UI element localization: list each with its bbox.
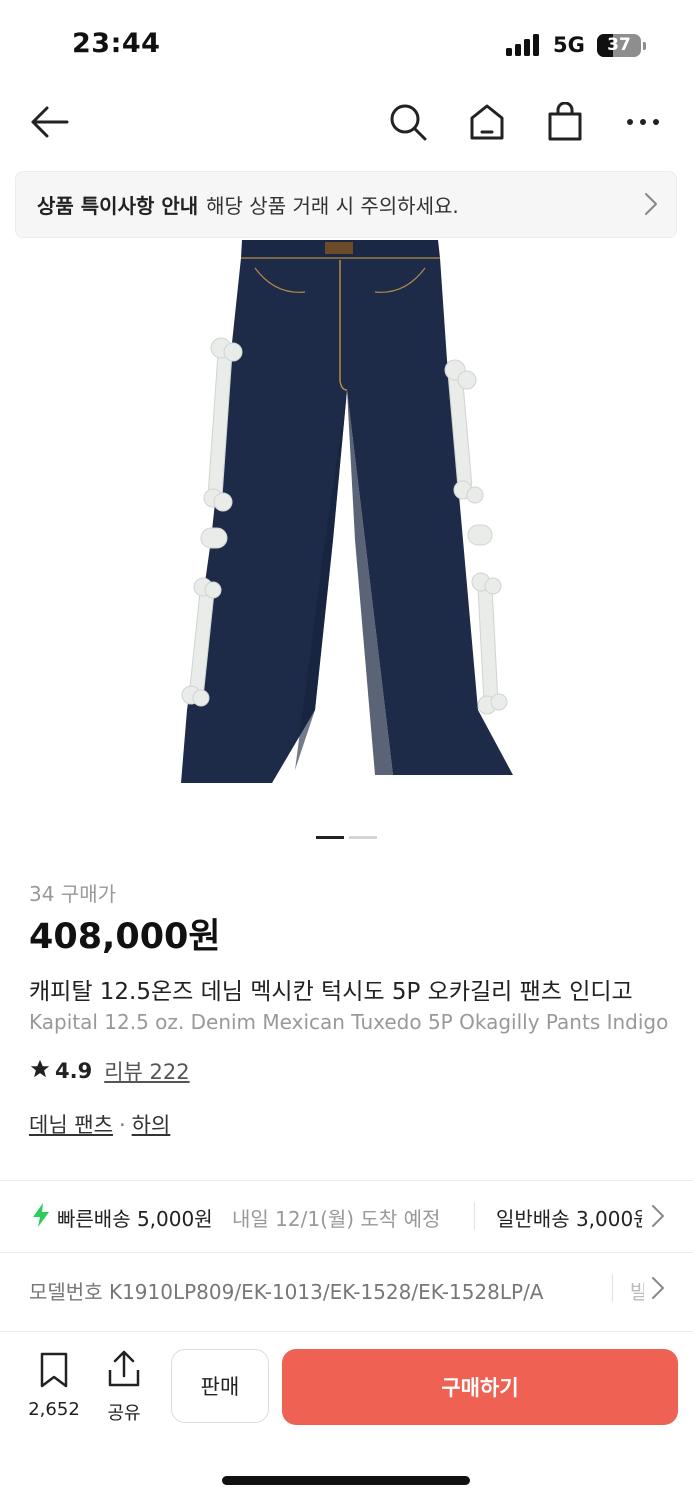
battery-percent: 37	[607, 35, 631, 55]
buy-button[interactable]: 구매하기	[282, 1349, 678, 1425]
rating-value: 4.9	[55, 1059, 93, 1083]
sell-button[interactable]: 판매	[171, 1349, 269, 1423]
product-price: 408,000원	[29, 917, 221, 957]
search-icon[interactable]	[386, 100, 430, 144]
divider	[0, 1252, 693, 1253]
fast-delivery-label: 빠른배송 5,000원	[57, 1207, 213, 1231]
rating-row: 4.9 리뷰 222	[29, 1056, 190, 1086]
product-title-en: Kapital 12.5 oz. Denim Mexican Tuxedo 5P…	[29, 1010, 669, 1034]
arrow-left-icon[interactable]	[27, 100, 71, 144]
notice-text: 해당 상품 거래 시 주의하세요.	[206, 194, 459, 218]
category-separator: ·	[118, 1113, 126, 1137]
signal-strength-icon	[506, 34, 542, 56]
product-image[interactable]	[175, 240, 520, 788]
shopping-bag-icon[interactable]	[543, 100, 587, 144]
product-title-ko: 캐피탈 12.5온즈 데님 멕시칸 턱시도 5P 오카길리 팬츠 인디고	[29, 979, 633, 1005]
share-label: 공유	[107, 1403, 141, 1424]
notice-title: 상품 특이사항 안내	[37, 194, 199, 218]
lightning-icon	[32, 1203, 50, 1232]
model-divider	[612, 1274, 613, 1302]
bookmark-icon	[38, 1352, 70, 1393]
model-extra: 발	[630, 1280, 644, 1304]
battery-icon: 37	[597, 34, 641, 57]
purchase-count: 34 구매가	[29, 882, 117, 906]
normal-delivery-label: 일반배송 3,000원	[496, 1207, 642, 1231]
fast-delivery-eta: 내일 12/1(월) 도착 예정	[232, 1207, 441, 1231]
home-icon[interactable]	[465, 100, 509, 144]
more-dots-icon[interactable]	[621, 100, 665, 144]
product-notice-banner[interactable]: 상품 특이사항 안내 해당 상품 거래 시 주의하세요.	[15, 171, 677, 238]
battery-nub	[643, 42, 646, 50]
share-icon	[106, 1350, 142, 1393]
delivery-options-row[interactable]: 빠른배송 5,000원 내일 12/1(월) 도착 예정 일반배송 3,000원	[0, 1183, 693, 1249]
category-link-denim-pants[interactable]: 데님 팬츠	[29, 1113, 113, 1137]
share-button[interactable]: 공유	[102, 1350, 146, 1425]
bookmark-button[interactable]: 2,652	[24, 1352, 84, 1420]
pager-dot	[349, 836, 377, 839]
chevron-right-icon	[651, 1276, 665, 1305]
model-number-row[interactable]: 모델번호 K1910LP809/EK-1013/EK-1528/EK-1528L…	[0, 1255, 693, 1321]
network-label: 5G	[553, 33, 585, 57]
category-link-bottoms[interactable]: 하의	[132, 1113, 171, 1137]
status-time: 23:44	[72, 28, 161, 59]
category-breadcrumb: 데님 팬츠 · 하의	[29, 1109, 170, 1139]
bookmark-count: 2,652	[28, 1399, 80, 1420]
star-icon	[29, 1058, 51, 1085]
divider	[0, 1180, 693, 1181]
model-number: 모델번호 K1910LP809/EK-1013/EK-1528/EK-1528L…	[29, 1280, 544, 1304]
chevron-right-icon	[644, 192, 658, 221]
pager-dot-active	[316, 836, 344, 839]
review-link[interactable]: 리뷰 222	[104, 1056, 189, 1086]
delivery-divider	[474, 1202, 475, 1230]
home-indicator	[222, 1476, 470, 1485]
chevron-right-icon	[651, 1204, 665, 1233]
